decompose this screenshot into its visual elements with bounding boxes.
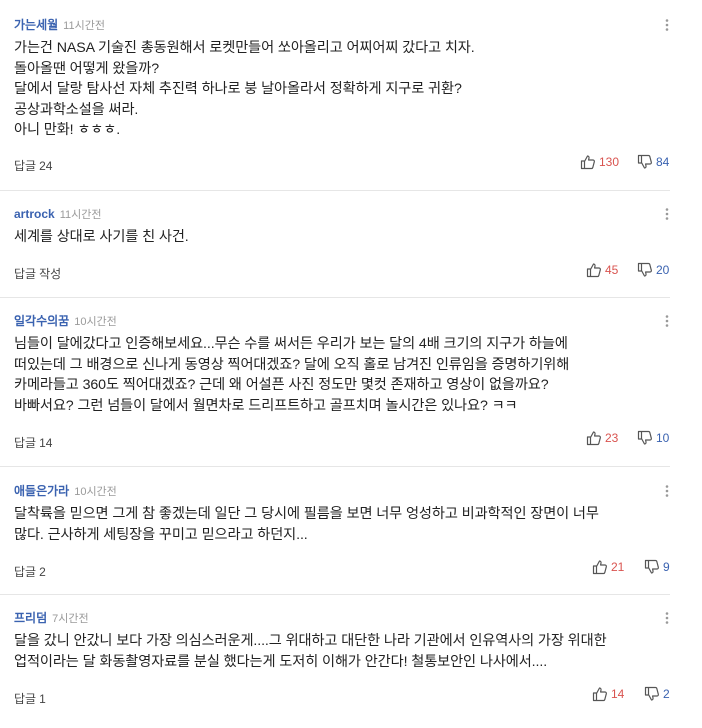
comment-divider <box>0 594 670 595</box>
more-options-button[interactable] <box>660 207 674 221</box>
more-vertical-icon <box>665 485 669 497</box>
dislike-count: 20 <box>656 263 670 277</box>
comment-time: 10시간전 <box>74 486 117 498</box>
comment-nickname[interactable]: 가는세월 <box>14 18 58 32</box>
reply-label: 답글 <box>14 267 37 281</box>
reply-count: 작성 <box>39 267 62 281</box>
like-button[interactable]: 130 <box>580 154 619 170</box>
like-count: 21 <box>611 560 625 574</box>
thumbs-down-icon <box>644 686 659 701</box>
reply-label: 답글 <box>14 436 37 450</box>
more-vertical-icon <box>665 612 669 624</box>
more-options-button[interactable] <box>660 484 674 498</box>
reply-count: 1 <box>39 692 46 706</box>
comment-text: 가는건 NASA 기술진 총동원해서 로켓만들어 쏘아올리고 어찌어찌 갔다고 … <box>14 40 475 138</box>
dislike-button[interactable]: 20 <box>637 262 669 278</box>
reply-count: 24 <box>39 159 53 173</box>
like-button[interactable]: 14 <box>592 686 624 702</box>
comment-meta: 애들은가라 10시간전 <box>14 483 117 499</box>
reply-label: 답글 <box>14 565 37 579</box>
reply-button[interactable]: 답글 24 <box>14 158 52 174</box>
comment-meta: 프리덤 7시간전 <box>14 610 89 626</box>
comment-time: 11시간전 <box>59 209 102 221</box>
reply-count: 2 <box>39 565 46 579</box>
comment-meta: 가는세월 11시간전 <box>14 17 105 33</box>
comment-item: 프리덤 7시간전 달을 갔니 안갔니 보다 가장 의심스러운게....그 위대하고… <box>0 594 670 728</box>
like-count: 23 <box>605 431 619 445</box>
reply-count: 14 <box>39 436 53 450</box>
dislike-count: 84 <box>656 155 670 169</box>
comment-text: 님들이 달에갔다고 인증해보세요...무슨 수를 써서든 우리가 보는 달의 4… <box>14 336 570 414</box>
like-button[interactable]: 23 <box>586 430 618 446</box>
thumbs-down-icon <box>637 154 652 169</box>
comment-divider <box>0 297 670 298</box>
thumbs-up-icon <box>586 431 601 446</box>
thumbs-up-icon <box>592 560 607 575</box>
comment-time: 11시간전 <box>63 20 105 32</box>
thumbs-up-icon <box>592 687 607 702</box>
comment-item: 일각수의꿈 10시간전 님들이 달에갔다고 인증해보세요...무슨 수를 써서든 … <box>0 297 670 466</box>
comment-item: 애들은가라 10시간전 달착륙을 믿으면 그게 참 좋겠는데 일단 그 당시에 필… <box>0 466 670 594</box>
reply-label: 답글 <box>14 159 37 173</box>
reply-button[interactable]: 답글 작성 <box>14 266 61 282</box>
comment-time: 7시간전 <box>52 613 89 625</box>
like-button[interactable]: 45 <box>586 262 618 278</box>
thumbs-up-icon <box>586 263 601 278</box>
comment-nickname[interactable]: artrock <box>14 207 55 221</box>
comment-text: 달착륙을 믿으면 그게 참 좋겠는데 일단 그 당시에 필름을 보면 너무 엉성… <box>14 506 599 543</box>
more-vertical-icon <box>665 315 669 327</box>
thumbs-down-icon <box>637 430 652 445</box>
like-count: 14 <box>611 687 625 701</box>
dislike-button[interactable]: 10 <box>637 430 669 446</box>
more-options-button[interactable] <box>660 314 674 328</box>
comment-text: 달을 갔니 안갔니 보다 가장 의심스러운게....그 위대하고 대단한 나라 … <box>14 633 607 670</box>
dislike-count: 2 <box>663 687 670 701</box>
reply-button[interactable]: 답글 1 <box>14 691 46 707</box>
dislike-count: 10 <box>656 431 670 445</box>
reply-button[interactable]: 답글 14 <box>14 435 52 451</box>
reply-label: 답글 <box>14 692 37 706</box>
comment-nickname[interactable]: 프리덤 <box>14 611 47 625</box>
thumbs-up-icon <box>580 155 595 170</box>
comment-item: artrock 11시간전 세계를 상대로 사기를 친 사건. 답글 작성 45 2… <box>0 190 670 297</box>
reply-button[interactable]: 답글 2 <box>14 564 46 580</box>
dislike-button[interactable]: 84 <box>637 154 669 170</box>
comment-divider <box>0 466 670 467</box>
like-count: 130 <box>599 155 620 169</box>
comment-meta: 일각수의꿈 10시간전 <box>14 313 117 329</box>
comment-time: 10시간전 <box>74 316 117 328</box>
thumbs-down-icon <box>644 559 659 574</box>
dislike-button[interactable]: 9 <box>644 559 670 575</box>
dislike-button[interactable]: 2 <box>644 686 670 702</box>
comment-nickname[interactable]: 일각수의꿈 <box>14 314 69 328</box>
more-options-button[interactable] <box>660 18 674 32</box>
comment-text: 세계를 상대로 사기를 친 사건. <box>14 229 189 245</box>
comment-meta: artrock 11시간전 <box>14 206 101 222</box>
comment-divider <box>0 190 670 191</box>
more-vertical-icon <box>665 208 669 220</box>
thumbs-down-icon <box>637 262 652 277</box>
more-options-button[interactable] <box>660 611 674 625</box>
comment-item: 가는세월 11시간전 가는건 NASA 기술진 총동원해서 로켓만들어 쏘아올리고… <box>0 0 670 190</box>
more-vertical-icon <box>665 19 669 31</box>
dislike-count: 9 <box>663 560 670 574</box>
like-button[interactable]: 21 <box>592 559 624 575</box>
like-count: 45 <box>605 263 619 277</box>
comment-nickname[interactable]: 애들은가라 <box>14 484 69 498</box>
